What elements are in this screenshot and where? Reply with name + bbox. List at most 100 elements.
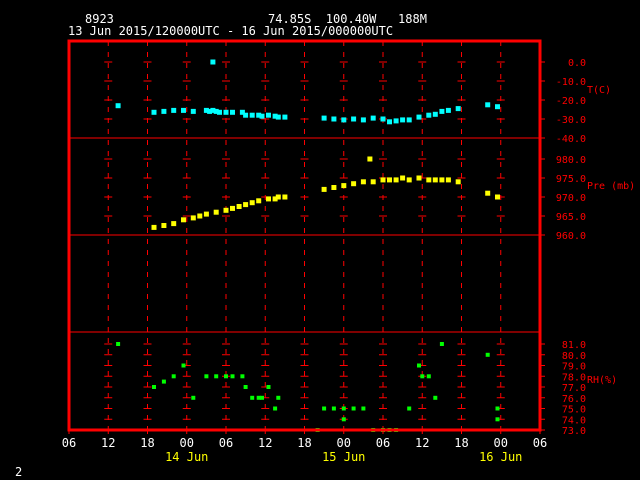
temperature-point	[259, 113, 265, 119]
temperature-point	[181, 107, 186, 113]
humidity-tick-label: 76.0	[562, 394, 586, 405]
pressure-point	[485, 190, 491, 196]
x-tick-label: 18	[140, 436, 154, 450]
humidity-point	[485, 352, 490, 357]
humidity-point	[495, 406, 500, 411]
pressure-point	[367, 156, 373, 162]
pressure-point	[230, 205, 235, 211]
temperature-point	[217, 109, 222, 115]
humidity-point	[361, 406, 366, 411]
humidity-point	[420, 374, 425, 379]
humidity-point	[214, 374, 219, 379]
humidity-tick-label: 81.0	[562, 340, 586, 351]
meteogram-plot: 0.0 -10.0 -20.0 -30.0 -40.0 T(C) 980.0 975.0 970…	[62, 39, 635, 464]
temperature-point	[230, 109, 235, 115]
humidity-point	[266, 385, 271, 389]
pressure-point	[360, 179, 366, 185]
humidity-point	[351, 406, 356, 411]
humidity-point	[341, 417, 346, 422]
humidity-point	[260, 395, 264, 400]
pressure-point	[249, 200, 255, 206]
pressure-point	[190, 215, 196, 221]
pressure-point	[351, 181, 357, 187]
temperature-point	[161, 108, 167, 114]
humidity-point	[331, 406, 336, 411]
pressure-point	[161, 223, 167, 228]
pressure-point	[236, 204, 242, 209]
temperature-point	[331, 116, 337, 122]
temperature-point	[115, 103, 121, 109]
temperature-point	[485, 102, 491, 108]
temperature-point	[190, 108, 196, 114]
temperature-point	[243, 112, 249, 118]
humidity-point	[116, 342, 121, 346]
temperature-point	[416, 114, 422, 120]
temperature-point	[455, 106, 461, 112]
pressure-point	[426, 177, 432, 183]
humidity-point	[417, 363, 421, 368]
pressure-point	[432, 177, 438, 183]
humidity-tick-label: 79.0	[562, 362, 586, 373]
humidity-tick-label: 73.0	[562, 426, 586, 437]
temperature-point	[223, 109, 229, 115]
humidity-point	[273, 406, 278, 411]
humidity-point	[161, 379, 166, 384]
pressure-axis-label: Pre (mb)	[587, 181, 635, 192]
humidity-point	[250, 395, 255, 400]
temperature-point	[351, 116, 357, 122]
temperature-point	[387, 119, 392, 125]
pressure-tick-label: 960.0	[556, 231, 586, 242]
humidity-tick-label: 78.0	[562, 372, 586, 383]
pressure-point	[197, 213, 203, 219]
pressure-point	[406, 177, 412, 183]
pressure-point	[331, 185, 337, 190]
temperature-point	[151, 109, 157, 115]
temperature-point	[321, 115, 327, 121]
humidity-point	[426, 374, 431, 379]
temperature-point	[426, 112, 432, 118]
x-tick-label: 12	[101, 436, 115, 450]
grid-layer	[69, 41, 540, 431]
pressure-point	[341, 183, 347, 189]
pressure-point	[151, 224, 157, 230]
humidity-tick-label: 74.0	[562, 415, 586, 426]
x-tick-label: 18	[297, 436, 311, 450]
date-label: 16 Jun	[479, 450, 522, 464]
humidity-point	[224, 374, 228, 379]
date-label: 15 Jun	[322, 450, 365, 464]
temperature-tick-label: 0.0	[568, 58, 586, 69]
humidity-point	[243, 385, 248, 389]
humidity-point	[204, 374, 209, 379]
x-tick-label: 00	[337, 436, 351, 450]
pressure-point	[266, 196, 271, 202]
humidity-point	[322, 406, 327, 411]
humidity-tick-label: 77.0	[562, 383, 586, 394]
temperature-point	[432, 111, 438, 117]
humidity-point	[230, 374, 235, 379]
x-tick-label: 06	[376, 436, 390, 450]
pressure-tick-label: 975.0	[556, 174, 586, 185]
temperature-point	[445, 107, 451, 113]
pressure-tick-label: 970.0	[556, 193, 586, 204]
temperature-point	[406, 117, 412, 123]
humidity-tick-label: 80.0	[562, 351, 586, 362]
x-tick-label: 00	[180, 436, 194, 450]
pressure-point	[181, 217, 186, 223]
pressure-point	[223, 207, 229, 213]
temperature-tick-label: -10.0	[556, 77, 586, 88]
x-tick-label: 00	[494, 436, 508, 450]
temperature-point	[275, 114, 281, 120]
temperature-axis-label: T(C)	[587, 85, 611, 96]
pressure-point	[203, 211, 209, 217]
pressure-point	[321, 186, 327, 192]
pressure-point	[439, 177, 445, 183]
humidity-point	[341, 406, 346, 411]
x-tick-label: 18	[454, 436, 468, 450]
temperature-tick-label: -40.0	[556, 134, 586, 145]
temperature-point	[360, 117, 366, 123]
pressure-tick-label: 980.0	[556, 155, 586, 166]
temperature-point	[393, 118, 399, 124]
pressure-point	[171, 221, 177, 227]
humidity-point	[276, 395, 281, 400]
pressure-point	[213, 209, 219, 215]
